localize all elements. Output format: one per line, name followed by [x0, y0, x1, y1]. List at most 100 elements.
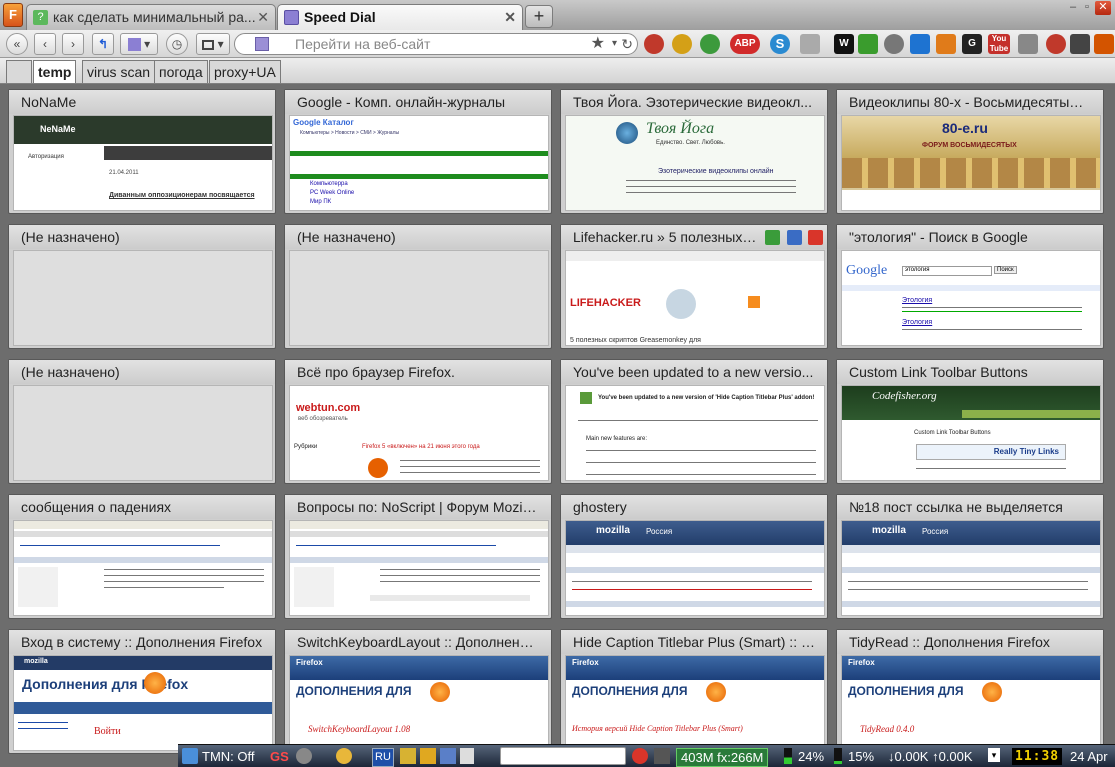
tray-icon-h[interactable]	[632, 748, 648, 764]
tab-howto[interactable]: ? как сделать минимальный ра... ✕	[26, 4, 276, 30]
dial-9[interactable]: Всё про браузер Firefox. webtun.com веб …	[284, 359, 552, 484]
tray-icon-b[interactable]	[420, 748, 436, 764]
gmail-g-icon[interactable]: G	[962, 34, 982, 54]
rss-icon	[748, 296, 760, 308]
dial-thumbnail[interactable]: Твоя Йога Единство. Свет. Любовь. Эзотер…	[565, 115, 825, 211]
dial-thumbnail[interactable]: mozilla Россия	[841, 520, 1101, 616]
dial-thumbnail[interactable]	[13, 520, 273, 616]
tmn-status[interactable]: TMN: Off	[202, 748, 254, 765]
dial-19[interactable]: TidyRead :: Дополнения Firefox Firefox Д…	[836, 629, 1104, 754]
dial-1[interactable]: Google - Комп. онлайн-журналы Google Кат…	[284, 89, 552, 214]
language-indicator[interactable]: RU	[372, 748, 394, 767]
firebug-icon[interactable]	[936, 34, 956, 54]
group-blank[interactable]	[6, 60, 32, 83]
bookmark-addon-icon[interactable]	[672, 34, 692, 54]
group-proxy-ua[interactable]: proxy+UA	[209, 60, 281, 83]
minimize-button[interactable]: –	[1067, 1, 1079, 15]
group-temp[interactable]: temp	[33, 60, 77, 83]
dial-thumbnail-empty[interactable]	[289, 250, 549, 346]
dial-thumbnail[interactable]: mozilla Дополнения для Firefox Войти	[13, 655, 273, 751]
dial-12[interactable]: сообщения о падениях	[8, 494, 276, 619]
history-button[interactable]: ◷	[166, 33, 188, 55]
home-button[interactable]: ↰	[92, 33, 114, 55]
gear-icon[interactable]	[296, 748, 312, 764]
youtube-icon[interactable]: You Tube	[988, 34, 1010, 54]
skype-icon[interactable]: S	[770, 34, 790, 54]
dial-11[interactable]: Custom Link Toolbar Buttons Codefisher.o…	[836, 359, 1104, 484]
close-tab-icon[interactable]: ✕	[504, 5, 516, 29]
new-tab-button[interactable]: +	[525, 5, 553, 28]
download-icon[interactable]	[910, 34, 930, 54]
dial-thumbnail[interactable]: Google Каталог Компьютеры > Новости > СМ…	[289, 115, 549, 211]
close-tab-icon[interactable]: ✕	[257, 5, 269, 29]
sync-icon[interactable]	[800, 34, 820, 54]
dial-8[interactable]: (Не назначено)	[8, 359, 276, 484]
dial-13[interactable]: Вопросы по: NoScript | Форум Mozill...	[284, 494, 552, 619]
dial-thumbnail[interactable]: mozilla Россия	[565, 520, 825, 616]
tools-icon[interactable]	[1018, 34, 1038, 54]
back-all-button[interactable]: «	[6, 33, 28, 55]
dial-thumbnail[interactable]: Google этология Поиск Этология Этология	[841, 250, 1101, 346]
dial-thumbnail[interactable]: LIFEHACKER 5 полезных скриптов Greasemon…	[565, 250, 825, 346]
puzzle-icon[interactable]	[858, 34, 878, 54]
dial-17[interactable]: SwitchKeyboardLayout :: Дополнени... Fir…	[284, 629, 552, 754]
wikipedia-icon[interactable]: W	[834, 34, 854, 54]
bookmark-star-icon[interactable]: ★	[591, 34, 605, 54]
menu-addon-icon[interactable]	[1094, 34, 1114, 54]
dial-thumbnail[interactable]: webtun.com веб обозреватель Рубрики Fire…	[289, 385, 549, 481]
dial-thumbnail[interactable]: Firefox ДОПОЛНЕНИЯ ДЛЯ TidyRead 0.4.0	[841, 655, 1101, 751]
fullscreen-icon[interactable]	[1070, 34, 1090, 54]
gs-label[interactable]: GS	[270, 748, 289, 765]
dial-thumbnail[interactable]: NeNaMe 21.04.2011 Авторизация Диванным о…	[13, 115, 273, 211]
dial-16[interactable]: Вход в систему :: Дополнения Firefox moz…	[8, 629, 276, 754]
group-virus-scan[interactable]: virus scan	[82, 60, 156, 83]
forward-button[interactable]: ›	[62, 33, 84, 55]
stop-icon[interactable]	[644, 34, 664, 54]
dial-thumbnail[interactable]: 80-е.ru ФОРУМ ВОСЬМИДЕСЯТЫХ	[841, 115, 1101, 211]
close-window-button[interactable]: ✕	[1095, 1, 1111, 15]
dial-thumbnail[interactable]: You've been updated to a new version of …	[565, 385, 825, 481]
tray-dropdown-icon[interactable]: ▾	[988, 748, 1000, 762]
url-dropdown-icon[interactable]: ▾	[612, 34, 617, 54]
speed-dial-button[interactable]: ▾	[120, 33, 158, 55]
dial-3[interactable]: Видеоклипы 80-х - Восьмидесятые.... 80-е…	[836, 89, 1104, 214]
dial-6[interactable]: Lifehacker.ru » 5 полезных ... LIFEHACKE…	[560, 224, 828, 349]
move-icon[interactable]	[765, 230, 781, 245]
adblock-plus-icon[interactable]: ABP	[730, 34, 760, 54]
tray-icon-ex[interactable]	[654, 748, 670, 764]
tray-icon-t[interactable]	[400, 748, 416, 764]
record-icon[interactable]	[1046, 34, 1066, 54]
dial-7[interactable]: "этология" - Поиск в Google Google этоло…	[836, 224, 1104, 349]
film-icon[interactable]	[884, 34, 904, 54]
dial-thumbnail-empty[interactable]	[13, 385, 273, 481]
restore-button[interactable]: ▫	[1081, 1, 1093, 15]
clipboard-icon[interactable]	[460, 748, 474, 764]
dial-15[interactable]: №18 пост ссылка не выделяется mozilla Ро…	[836, 494, 1104, 619]
dial-0[interactable]: NoNaMe NeNaMe 21.04.2011 Авторизация Див…	[8, 89, 276, 214]
firefox-menu-button[interactable]: F	[3, 3, 23, 27]
tmn-icon[interactable]	[182, 748, 198, 764]
dial-thumbnail-empty[interactable]	[13, 250, 273, 346]
tray-icon-g[interactable]	[440, 748, 456, 764]
delete-icon[interactable]	[808, 230, 823, 245]
group-weather[interactable]: погода	[154, 60, 208, 83]
dial-thumbnail[interactable]	[289, 520, 549, 616]
screenshot-button[interactable]: ▾	[196, 33, 230, 55]
url-bar[interactable]: Перейти на веб-сайт ★ ▾ ↻	[234, 33, 638, 55]
dial-thumbnail[interactable]: Codefisher.org Custom Link Toolbar Butto…	[841, 385, 1101, 481]
dial-4[interactable]: (Не назначено)	[8, 224, 276, 349]
dial-thumbnail[interactable]: Firefox ДОПОЛНЕНИЯ ДЛЯ SwitchKeyboardLay…	[289, 655, 549, 751]
dial-18[interactable]: Hide Caption Titlebar Plus (Smart) :: V.…	[560, 629, 828, 754]
dial-14[interactable]: ghostery mozilla Россия	[560, 494, 828, 619]
back-button[interactable]: ‹	[34, 33, 56, 55]
smiley-icon[interactable]	[336, 748, 352, 764]
dial-thumbnail[interactable]: Firefox ДОПОЛНЕНИЯ ДЛЯ История версий Hi…	[565, 655, 825, 751]
zoom-in-icon[interactable]	[700, 34, 720, 54]
refresh-icon[interactable]	[786, 230, 802, 245]
tab-speed-dial[interactable]: Speed Dial ✕	[277, 4, 523, 30]
dial-2[interactable]: Твоя Йога. Эзотерические видеокл... Твоя…	[560, 89, 828, 214]
taskbar-search-field[interactable]	[500, 747, 626, 765]
dial-5[interactable]: (Не назначено)	[284, 224, 552, 349]
dial-10[interactable]: You've been updated to a new versio... Y…	[560, 359, 828, 484]
reload-icon[interactable]: ↻	[621, 34, 633, 54]
